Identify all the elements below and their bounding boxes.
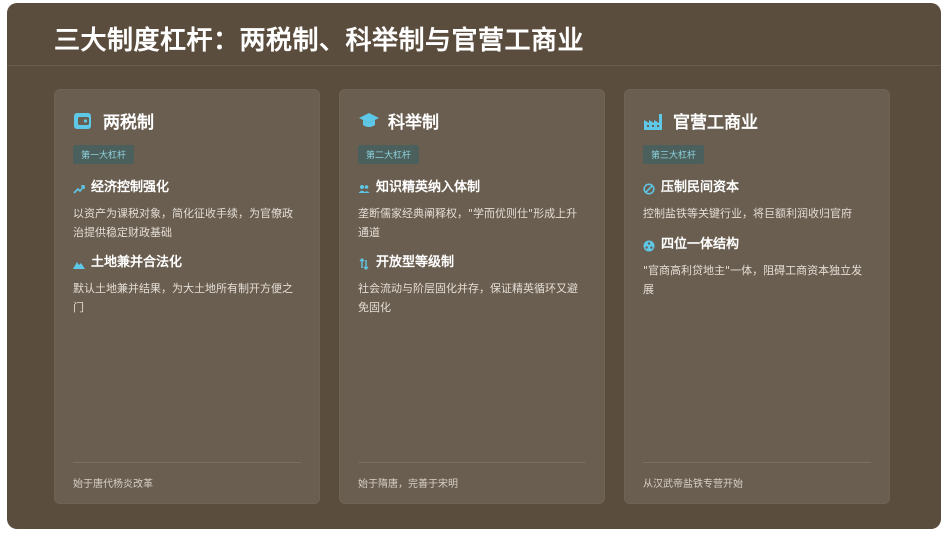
footer-divider — [643, 462, 871, 463]
card-title: 官营工商业 — [673, 113, 758, 133]
mountain-icon — [73, 255, 85, 269]
lever-badge: 第三大杠杆 — [643, 145, 705, 164]
trend-up-icon — [73, 180, 85, 194]
card-imperial-exam: 科举制 第二大杠杆 知识精英纳入体制 垄断儒家经典阐释权，"学而优则仕"形成上升… — [339, 89, 605, 504]
point-item: 压制民间资本 控制盐铁等关键行业，将巨额利润收归官府 — [643, 176, 871, 223]
industry-icon — [643, 111, 663, 131]
point-item: 四位一体结构 "官商高利贷地主"一体，阻碍工商资本独立发展 — [643, 233, 871, 299]
users-icon — [358, 180, 370, 193]
point-description: 以资产为课税对象，简化征收手续，为官僚政治提供稳定财政基础 — [73, 207, 293, 239]
point-title: 四位一体结构 — [661, 237, 740, 252]
point-description: 默认土地兼并结果，为大土地所有制开方便之门 — [73, 282, 293, 314]
card-state-commerce: 官营工商业 第三大杠杆 压制民间资本 控制盐铁等关键行业，将巨额利润收归官府 四… — [624, 89, 890, 504]
point-item: 经济控制强化 以资产为课税对象，简化征收手续，为官僚政治提供稳定财政基础 — [73, 176, 301, 242]
point-description: 控制盐铁等关键行业，将巨额利润收归官府 — [643, 207, 852, 220]
lever-badge: 第二大杠杆 — [358, 145, 420, 164]
point-description: 垄断儒家经典阐释权，"学而优则仕"形成上升通道 — [358, 207, 578, 239]
point-item: 土地兼并合法化 默认土地兼并结果，为大土地所有制开方便之门 — [73, 251, 301, 317]
title-divider — [7, 65, 941, 66]
exchange-icon — [358, 255, 370, 270]
ban-icon — [643, 180, 655, 195]
card-header: 两税制 — [73, 108, 154, 133]
lever-badge: 第一大杠杆 — [73, 145, 135, 164]
card-title: 科举制 — [388, 113, 439, 133]
point-title: 经济控制强化 — [91, 180, 170, 195]
slide: 三大制度杠杆：两税制、科举制与官营工商业 两税制 第一大杠杆 经济控制强化 以资… — [7, 3, 941, 529]
footer-divider — [73, 462, 301, 463]
card-footer: 始于唐代杨炎改革 — [73, 479, 153, 490]
point-title: 开放型等级制 — [376, 255, 455, 270]
point-title: 土地兼并合法化 — [91, 255, 183, 270]
point-description: "官商高利贷地主"一体，阻碍工商资本独立发展 — [643, 264, 863, 296]
point-item: 开放型等级制 社会流动与阶层固化并存，保证精英循环又避免固化 — [358, 251, 586, 317]
graduation-cap-icon — [358, 111, 379, 131]
point-title: 压制民间资本 — [661, 180, 740, 195]
wallet-icon — [73, 111, 93, 131]
card-footer: 始于隋唐，完善于宋明 — [358, 479, 458, 490]
card-title: 两税制 — [103, 113, 154, 133]
point-description: 社会流动与阶层固化并存，保证精英循环又避免固化 — [358, 282, 578, 314]
point-item: 知识精英纳入体制 垄断儒家经典阐释权，"学而优则仕"形成上升通道 — [358, 176, 586, 242]
card-header: 科举制 — [358, 108, 439, 133]
nodes-icon — [643, 237, 655, 251]
card-two-tax-system: 两税制 第一大杠杆 经济控制强化 以资产为课税对象，简化征收手续，为官僚政治提供… — [54, 89, 320, 504]
card-header: 官营工商业 — [643, 108, 758, 133]
footer-divider — [358, 462, 586, 463]
page-title: 三大制度杠杆：两税制、科举制与官营工商业 — [54, 26, 585, 56]
point-title: 知识精英纳入体制 — [376, 180, 481, 195]
card-footer: 从汉武帝盐铁专营开始 — [643, 479, 743, 490]
